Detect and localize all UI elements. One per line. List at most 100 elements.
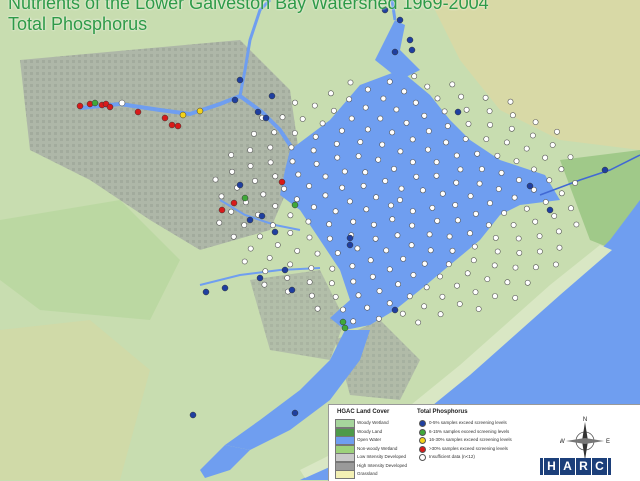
station-marker [134,108,142,116]
station-marker [408,242,415,249]
station-marker [312,133,319,140]
station-marker [415,319,422,326]
station-marker [409,222,415,229]
station-marker [269,222,276,229]
station-marker [284,275,291,281]
station-marker [246,216,254,224]
station-marker [453,152,460,159]
station-marker [322,192,329,199]
station-marker [287,229,294,236]
station-marker [334,250,341,256]
phosphorus-legend-title: Total Phosphorus [417,409,468,415]
legend-dot [419,454,426,461]
station-marker [546,206,554,214]
station-marker [487,122,493,128]
station-marker [554,128,560,135]
station-marker [454,108,462,116]
station-marker [403,120,410,126]
logo-letter-c: C [592,458,607,475]
station-marker [348,115,355,122]
station-marker [494,152,501,159]
station-marker [228,152,235,158]
station-marker [475,306,482,312]
station-marker [549,142,556,148]
station-marker [299,116,306,122]
station-marker [267,159,274,166]
harc-logo: H A R C [540,458,611,478]
station-marker [476,180,483,187]
station-marker [441,108,448,115]
logo-bar [608,458,611,475]
station-marker [310,147,317,154]
station-marker [212,176,219,183]
station-marker [429,204,436,211]
station-marker [281,185,287,192]
station-marker [556,244,563,251]
station-marker [330,107,337,114]
station-marker [409,208,416,214]
legend-label: Grassland [357,471,378,476]
station-marker [329,265,336,272]
station-marker [388,202,394,209]
station-marker [516,249,523,256]
station-marker [449,247,456,254]
station-marker [445,261,452,268]
station-marker [289,158,296,165]
station-marker [513,158,520,164]
station-marker [382,178,389,184]
station-marker [501,210,507,216]
station-marker [412,99,419,106]
station-marker [524,279,531,286]
station-marker [572,180,578,186]
station-marker [306,234,313,241]
station-marker [281,266,289,274]
station-marker [389,216,396,223]
station-marker [465,121,472,127]
station-marker [471,243,478,250]
station-marker [291,130,298,136]
station-marker [508,125,515,132]
station-marker [395,281,401,288]
station-marker [346,234,354,242]
station-marker [507,98,514,105]
station-marker [410,272,417,278]
station-marker [174,122,182,130]
logo-letter-r: R [576,458,591,475]
station-marker [425,146,431,153]
legend-label: 16-30% samples exceed screening levels [429,437,512,442]
station-marker [272,173,279,180]
station-marker [118,99,126,107]
station-marker [347,79,354,86]
station-marker [454,217,461,224]
station-marker [425,128,432,134]
station-marker [419,187,426,194]
legend-label: Open Water [357,437,382,442]
station-marker [532,119,539,125]
station-marker [386,78,393,85]
station-marker [444,123,451,129]
station-marker [503,139,510,146]
station-marker [251,130,257,137]
station-marker [482,94,489,101]
station-marker [386,266,393,273]
station-marker [354,245,361,252]
station-marker [568,205,574,212]
station-marker [601,166,609,174]
station-marker [346,241,354,249]
station-marker [421,303,427,310]
station-marker [494,248,501,255]
logo-letter-a: A [560,458,575,475]
station-marker [391,306,399,314]
station-marker [498,169,505,176]
station-marker [411,73,418,80]
station-marker [394,232,401,239]
station-marker [492,234,499,241]
station-marker [421,260,428,267]
station-marker [230,199,238,207]
station-marker [474,150,481,157]
station-marker [542,154,548,161]
station-marker [355,292,362,299]
station-marker [236,76,244,84]
station-marker [510,222,517,228]
station-marker [327,90,334,97]
